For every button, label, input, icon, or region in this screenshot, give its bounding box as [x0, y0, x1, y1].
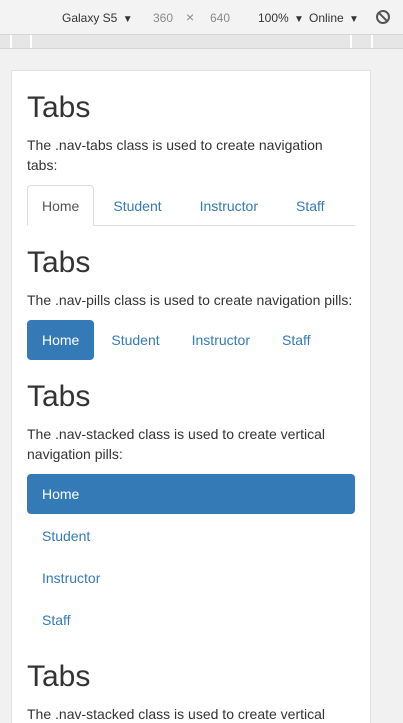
section-title: Tabs	[27, 246, 91, 279]
zoom-value: 100%	[258, 11, 289, 25]
media-query-ruler[interactable]	[0, 34, 403, 49]
height-input[interactable]: 640	[210, 10, 230, 26]
stacked-pill-staff[interactable]: Staff	[27, 600, 355, 640]
section-title: Tabs	[27, 380, 91, 413]
zoom-select[interactable]: 100% ▼	[258, 10, 304, 28]
tab-student[interactable]: Student	[94, 185, 180, 226]
width-input[interactable]: 360	[153, 10, 173, 26]
chevron-down-icon: ▼	[294, 14, 304, 25]
chevron-down-icon: ▼	[122, 14, 133, 25]
device-toolbar: Galaxy S5 ▼ 360 × 640 100% ▼ Online ▼	[0, 0, 403, 34]
page-content: Tabs The .nav-tabs class is used to crea…	[12, 91, 370, 723]
section-title: Tabs	[27, 91, 91, 124]
ruler-tick	[371, 35, 373, 48]
chevron-down-icon: ▼	[349, 14, 359, 25]
device-select[interactable]: Galaxy S5 ▼	[62, 10, 133, 28]
section-description: The .nav-stacked class is used to create…	[27, 706, 326, 722]
pill-home[interactable]: Home	[27, 320, 95, 360]
ruler-tick	[350, 35, 352, 48]
tab-instructor[interactable]: Instructor	[181, 185, 277, 226]
network-select[interactable]: Online ▼	[309, 10, 359, 28]
device-name: Galaxy S5	[62, 11, 118, 25]
nav-tabs: Home Student Instructor Staff	[27, 185, 355, 226]
times-icon: ×	[186, 9, 195, 25]
section-description: The .nav-tabs class is used to create na…	[27, 137, 323, 173]
ruler-tick	[10, 35, 12, 48]
device-viewport: Tabs The .nav-tabs class is used to crea…	[11, 70, 371, 723]
section-title: Tabs	[27, 660, 91, 693]
section-description: The .nav-pills class is used to create n…	[27, 292, 353, 308]
rotate-disabled-icon[interactable]	[376, 10, 390, 24]
ruler-tick	[30, 35, 32, 48]
tab-staff[interactable]: Staff	[277, 185, 344, 226]
stacked-pill-instructor[interactable]: Instructor	[27, 558, 355, 598]
nav-pills: Home Student Instructor Staff	[27, 320, 355, 360]
pill-instructor[interactable]: Instructor	[177, 320, 265, 360]
section-description: The .nav-stacked class is used to create…	[27, 426, 326, 462]
network-value: Online	[309, 11, 344, 25]
tab-home[interactable]: Home	[27, 185, 95, 226]
pill-staff[interactable]: Staff	[267, 320, 326, 360]
stacked-pill-home[interactable]: Home	[27, 474, 355, 514]
stacked-pill-student[interactable]: Student	[27, 516, 355, 556]
pill-student[interactable]: Student	[96, 320, 174, 360]
nav-stacked: Home Student Instructor Staff	[27, 474, 355, 640]
